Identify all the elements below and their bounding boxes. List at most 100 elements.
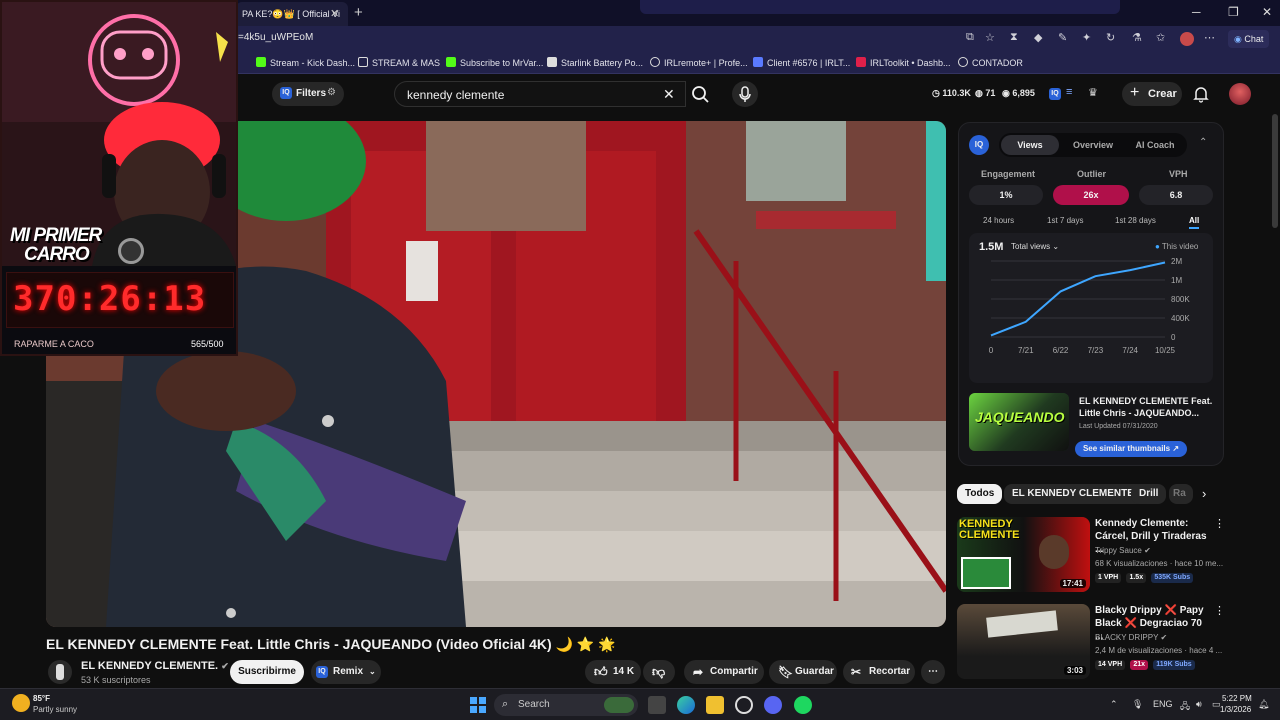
system-tray-chevron-icon[interactable]: ⌃ <box>1110 699 1118 710</box>
language-indicator[interactable]: ENG <box>1153 699 1173 709</box>
bookmark-item[interactable]: Client #6576 | IRLT... <box>753 57 850 68</box>
thumbnail-video-title: EL KENNEDY CLEMENTE Feat. Little Chris -… <box>1079 396 1213 418</box>
chip-channel[interactable]: EL KENNEDY CLEMENTE. <box>1004 484 1145 504</box>
channel-name[interactable]: EL KENNEDY CLEMENTE. ✔ <box>81 660 229 672</box>
last-updated: Last Updated 07/31/2020 <box>1079 423 1158 430</box>
clip-button[interactable]: ✂ Recortar <box>843 660 915 684</box>
range-option[interactable]: 24 hours <box>983 216 1014 225</box>
save-button[interactable]: 🔖︎ Guardar <box>769 660 837 684</box>
close-window-icon[interactable]: ✕ <box>1262 5 1272 19</box>
bookmark-item[interactable]: IRLToolkit • Dashb... <box>856 57 951 68</box>
like-button[interactable]: 👍︎ 14 K <box>585 660 641 684</box>
edge-browser-icon[interactable] <box>677 696 695 714</box>
subathon-timer: 370:26:13 <box>13 279 207 319</box>
range-option[interactable]: 1st 28 days <box>1115 216 1156 225</box>
extension-icon[interactable]: ✎ <box>1058 31 1067 44</box>
extension-icon[interactable]: ✦ <box>1082 31 1091 44</box>
taskbar-search-label: Search <box>518 699 550 710</box>
remix-label: Remix <box>333 666 364 677</box>
extension-icon[interactable]: ◆ <box>1034 31 1042 44</box>
volume-icon[interactable]: 🔊︎ <box>1196 699 1202 710</box>
bookmark-item[interactable]: IRLremote+ | Profe... <box>650 57 748 68</box>
chevron-right-icon[interactable]: › <box>1202 486 1206 501</box>
subscribe-button[interactable]: Suscribirme <box>230 660 304 684</box>
copilot-chat-button[interactable]: ◉ Chat <box>1228 30 1270 48</box>
notifications-bell-icon[interactable] <box>1192 85 1210 103</box>
vidiq-trophy-icon[interactable]: ♛ <box>1088 86 1098 99</box>
clock-date[interactable]: 1/3/2026 <box>1220 705 1251 714</box>
share-button[interactable]: ➦ Compartir <box>684 660 764 684</box>
tab-overview[interactable]: Overview <box>1063 135 1123 155</box>
bookmark-item[interactable]: Subscribe to MrVar... <box>446 57 543 68</box>
network-icon[interactable]: 🖧︎ <box>1180 699 1190 715</box>
microphone-tray-icon[interactable]: 🎙︎ <box>1132 699 1143 710</box>
tab-ai-coach[interactable]: AI Coach <box>1125 135 1185 155</box>
recommendation-channel[interactable]: BLACKY DRIPPY ✔ <box>1095 633 1167 642</box>
open-in-app-icon[interactable]: ⧉ <box>966 31 974 44</box>
video-title: EL KENNEDY CLEMENTE Feat. Little Chris -… <box>46 636 616 652</box>
tab-close-icon[interactable]: ✕ <box>330 7 339 20</box>
chip-more[interactable]: Ra <box>1169 484 1193 504</box>
collapse-icon[interactable]: ⌃ <box>1199 137 1207 148</box>
legend-label: This video <box>1161 242 1199 251</box>
recommendation-thumbnail[interactable]: 3:03 <box>957 604 1090 679</box>
vidiq-list-icon[interactable]: ≡ <box>1066 86 1072 98</box>
filters-button[interactable]: IQ Filters ⚙ <box>272 82 344 106</box>
discord-icon[interactable] <box>764 696 782 714</box>
minimize-icon[interactable]: ─ <box>1192 5 1201 19</box>
weather-icon[interactable] <box>12 694 30 712</box>
url-field[interactable]: =4k5u_uWPEoM <box>238 32 313 43</box>
chip-drill[interactable]: Drill <box>1131 484 1167 504</box>
remix-button[interactable]: IQ Remix ⌄ <box>311 660 381 684</box>
range-option[interactable]: 1st 7 days <box>1047 216 1083 225</box>
metric-label: Outlier <box>1077 169 1107 179</box>
bookmark-item[interactable]: Starlink Battery Po... <box>547 57 643 68</box>
channel-avatar[interactable] <box>48 660 72 684</box>
bookmark-item[interactable]: CONTADOR <box>958 57 1023 68</box>
range-option-active[interactable]: All <box>1189 216 1200 229</box>
file-explorer-icon[interactable] <box>706 696 724 714</box>
tab-strip-decoration <box>640 0 1120 14</box>
voice-search-button[interactable] <box>732 81 758 107</box>
dislike-button[interactable]: 👎︎ <box>643 660 675 684</box>
see-similar-thumbnails-button[interactable]: See similar thumbnails ↗ <box>1075 441 1187 457</box>
search-button[interactable] <box>686 81 716 107</box>
y-tick-label: 400K <box>1171 314 1190 323</box>
task-view-icon[interactable] <box>648 696 666 714</box>
clear-search-icon[interactable]: ✕ <box>663 86 675 103</box>
maximize-icon[interactable]: ❐ <box>1228 5 1239 19</box>
x-tick-label: 7/23 <box>1088 346 1104 355</box>
notifications-icon[interactable]: 🔔︎ <box>1258 699 1269 710</box>
recommendation-channel[interactable]: Trippy Sauce ✔ <box>1095 546 1151 555</box>
create-button[interactable]: + Crear <box>1122 82 1182 106</box>
video-thumbnail[interactable]: JAQUEANDO <box>969 393 1069 451</box>
favorites-icon[interactable]: ✩ <box>1156 31 1165 44</box>
spotify-icon[interactable] <box>794 696 812 714</box>
bookmark-item[interactable]: STREAM & MAS <box>358 57 440 68</box>
new-tab-icon[interactable]: + <box>354 4 363 21</box>
more-options-icon[interactable]: ⋮ <box>1214 517 1225 530</box>
tab-views[interactable]: Views <box>1001 135 1059 155</box>
taskbar-search-box[interactable]: ⌕ Search <box>494 694 638 716</box>
recommendation-thumbnail[interactable]: KENNEDY CLEMENTE 17:41 <box>957 517 1090 592</box>
total-views-select[interactable]: Total views ⌄ <box>1011 242 1059 251</box>
obs-icon[interactable] <box>735 696 753 714</box>
windows-start-icon[interactable] <box>469 696 487 714</box>
vidiq-icon[interactable]: IQ <box>1049 88 1061 100</box>
page-scrollbar[interactable] <box>1272 114 1278 228</box>
outlier-badge: 21x <box>1130 660 1149 670</box>
more-menu-icon[interactable]: ⋯ <box>1204 31 1215 44</box>
bookmark-item[interactable]: Stream - Kick Dash... <box>256 57 355 68</box>
favorite-star-icon[interactable]: ☆ <box>985 31 995 44</box>
like-count: 14 K <box>613 666 635 677</box>
extension-icon[interactable]: ⚗ <box>1132 31 1142 44</box>
chip-all[interactable]: Todos <box>957 484 1003 504</box>
more-options-icon[interactable]: ⋮ <box>1214 604 1225 617</box>
extension-icon[interactable]: ↻ <box>1106 31 1115 44</box>
extension-icon[interactable]: ⧗ <box>1010 31 1018 44</box>
account-avatar[interactable] <box>1229 83 1251 105</box>
more-actions-button[interactable]: ⋯ <box>921 660 945 684</box>
profile-avatar[interactable] <box>1180 32 1194 46</box>
clock-time[interactable]: 5:22 PM <box>1222 694 1252 703</box>
search-input[interactable]: kennedy clemente ✕ <box>394 81 686 107</box>
